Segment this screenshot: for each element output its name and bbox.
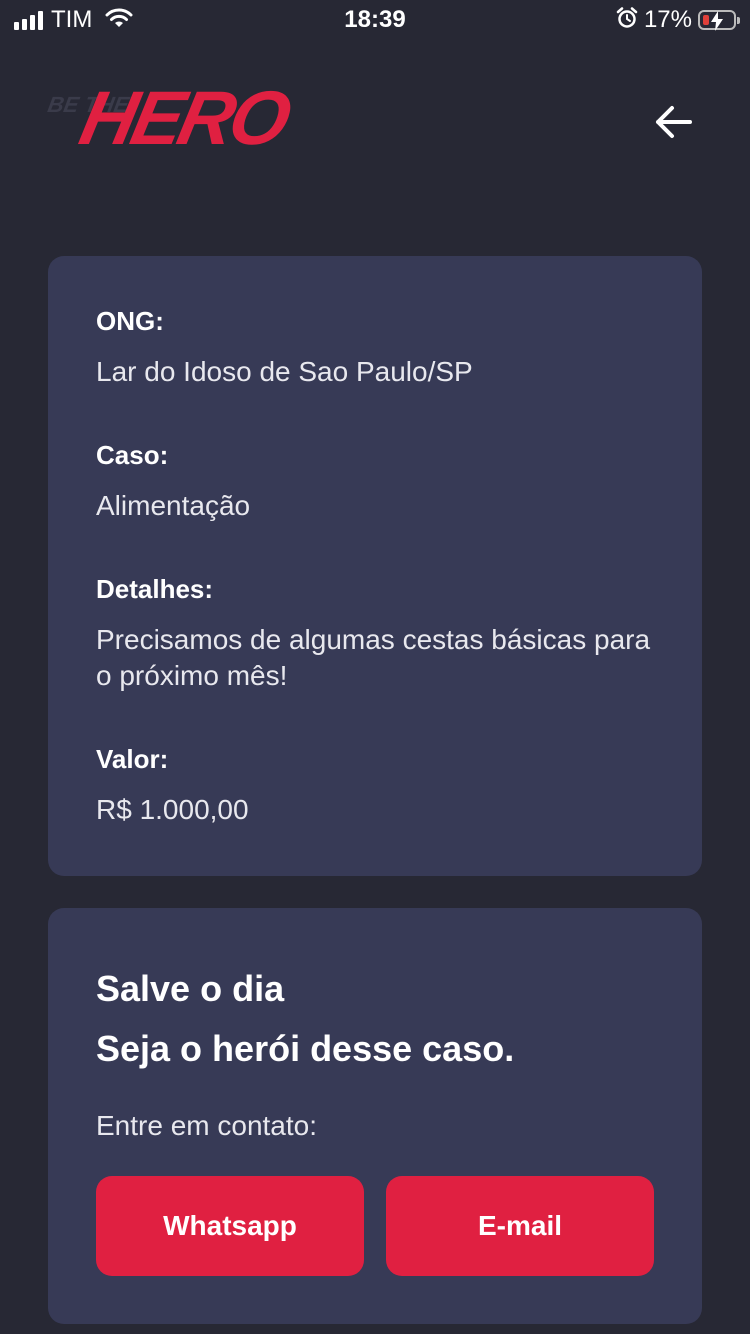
contact-title-line2: Seja o herói desse caso. xyxy=(96,1028,515,1069)
battery-charging-icon xyxy=(698,10,740,31)
status-bar: TIM 18:39 17% xyxy=(0,0,750,40)
case-value: Alimentação xyxy=(96,490,251,521)
contact-card: Salve o dia Seja o herói desse caso. Ent… xyxy=(48,908,702,1324)
whatsapp-button[interactable]: Whatsapp xyxy=(96,1176,364,1276)
value-label: Valor: xyxy=(96,744,169,774)
contact-title-line1: Salve o dia xyxy=(96,968,285,1009)
status-right: 17% xyxy=(616,6,740,34)
logo-main-text: HERO xyxy=(73,76,295,161)
alarm-icon xyxy=(616,6,638,34)
contact-description: Entre em contato: xyxy=(96,1110,318,1141)
details-value: Precisamos de algumas cestas básicas par… xyxy=(96,624,651,691)
ong-value: Lar do Idoso de Sao Paulo/SP xyxy=(96,356,473,387)
be-the-hero-logo: BE THE HERO xyxy=(46,76,295,162)
back-button[interactable] xyxy=(648,98,700,146)
arrow-left-icon xyxy=(656,106,692,138)
email-button[interactable]: E-mail xyxy=(386,1176,654,1276)
value-amount: R$ 1.000,00 xyxy=(96,794,249,825)
details-label: Detalhes: xyxy=(96,574,214,604)
case-label: Caso: xyxy=(96,440,169,470)
ong-label: ONG: xyxy=(96,306,164,336)
contact-actions: Whatsapp E-mail xyxy=(96,1176,654,1276)
incident-card: ONG: Lar do Idoso de Sao Paulo/SP Caso: … xyxy=(48,256,702,876)
battery-percent: 17% xyxy=(643,6,692,33)
